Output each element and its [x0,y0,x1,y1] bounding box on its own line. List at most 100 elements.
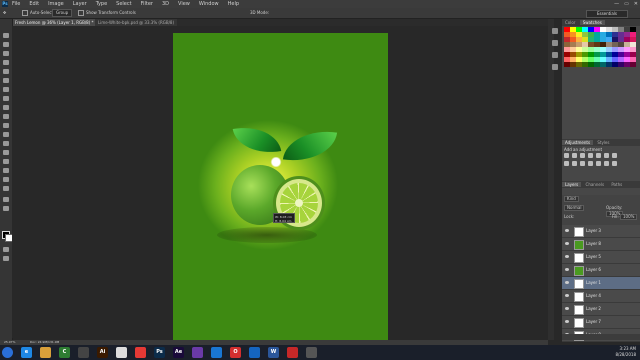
menu-3d[interactable]: 3D [162,0,169,8]
color-lookup-icon[interactable] [588,161,593,166]
opera-icon[interactable]: O [230,347,241,358]
visual-studio-icon[interactable] [192,347,203,358]
type-tool-icon[interactable] [3,168,9,173]
visibility-eye-icon[interactable] [565,229,569,232]
menu-window[interactable]: Window [199,0,219,8]
black-white-icon[interactable] [564,161,569,166]
fill-control[interactable]: Fill: 100% [612,214,638,220]
word-icon[interactable]: W [268,347,279,358]
move-tool-icon[interactable] [3,33,9,38]
curves-icon[interactable] [580,153,585,158]
gradient-map-icon[interactable] [612,161,617,166]
screen-mode-icon[interactable] [3,256,9,261]
hand-tool-icon[interactable] [3,197,9,202]
levels-icon[interactable] [572,153,577,158]
exposure-icon[interactable] [588,153,593,158]
layer-row[interactable]: Layer 7 [562,316,640,329]
clone-stamp-tool-icon[interactable] [3,105,9,110]
tab-paths[interactable]: Paths [608,182,625,187]
vibrance-icon[interactable] [596,153,601,158]
tab-fresh-lemon[interactable]: Fresh Lemon @ 36% (Layer 1, RGB/8) * [12,19,97,26]
minimize-icon[interactable]: — [614,0,619,8]
photoshop-icon[interactable]: Ps [154,347,165,358]
shape-tool-icon[interactable] [3,186,9,191]
gradient-tool-icon[interactable] [3,132,9,137]
folder-icon[interactable] [40,347,51,358]
sync-icon[interactable] [211,347,222,358]
quick-select-tool-icon[interactable] [3,60,9,65]
photo-filter-icon[interactable] [572,161,577,166]
healing-brush-tool-icon[interactable] [3,87,9,92]
history-brush-tool-icon[interactable] [3,114,9,119]
layer-row[interactable]: Layer 5 [562,251,640,264]
clock-date[interactable]: 8/28/2018 [615,352,636,358]
opacity-control[interactable]: Opacity: 100% [606,205,640,217]
visibility-eye-icon[interactable] [565,294,569,297]
menu-type[interactable]: Type [96,0,107,8]
kind-filter[interactable]: Kind [564,196,579,202]
auto-select-dropdown[interactable]: Group [52,8,73,18]
workspace-switcher[interactable]: Essentials [586,10,628,18]
blur-tool-icon[interactable] [3,141,9,146]
swatch[interactable] [630,62,636,67]
menu-image[interactable]: Image [48,0,64,8]
tab-color[interactable]: Color [562,20,578,25]
brush-tool-icon[interactable] [3,96,9,101]
blend-mode-select[interactable]: Normal [564,205,585,211]
character-panel-icon[interactable] [552,52,558,58]
visibility-eye-icon[interactable] [565,255,569,258]
quick-mask-icon[interactable] [3,247,9,252]
tab-styles[interactable]: Styles [594,140,612,145]
dodge-tool-icon[interactable] [3,150,9,155]
illustrator-icon[interactable]: Ai [97,347,108,358]
visibility-eye-icon[interactable] [565,242,569,245]
tool-icon[interactable] [287,347,298,358]
marquee-tool-icon[interactable] [3,42,9,47]
transform-checkbox[interactable] [78,10,84,16]
fill-value[interactable]: 100% [619,214,638,220]
after-effects-icon[interactable]: Ae [173,347,184,358]
menu-edit[interactable]: Edit [29,0,39,8]
channel-mixer-icon[interactable] [580,161,585,166]
invert-icon[interactable] [596,161,601,166]
chrome-taskbar-icon[interactable] [78,347,89,358]
history-panel-icon[interactable] [552,28,558,34]
lasso-tool-icon[interactable] [3,51,9,56]
windows-explorer-icon[interactable] [116,347,127,358]
tab-lime-white[interactable]: Lime-White-bpk.psd @ 33.3% (RGB/8) [95,19,178,26]
layer-row[interactable]: Layer 3 [562,225,640,238]
pen-tool-icon[interactable] [3,159,9,164]
tab-layers[interactable]: Layers [562,182,582,187]
paragraph-panel-icon[interactable] [552,64,558,70]
brightness-icon[interactable] [564,153,569,158]
visibility-eye-icon[interactable] [565,307,569,310]
tab-channels[interactable]: Channels [583,182,608,187]
tab-swatches[interactable]: Swatches [579,20,605,25]
properties-panel-icon[interactable] [552,40,558,46]
posterize-icon[interactable] [604,161,609,166]
menu-help[interactable]: Help [228,0,239,8]
chrome-icon[interactable] [135,347,146,358]
network-icon[interactable] [306,347,317,358]
start-orb-icon[interactable] [2,347,13,358]
transform-option[interactable]: Show Transform Controls [78,8,136,18]
layer-row[interactable]: Layer 2 [562,303,640,316]
swatches-grid[interactable] [564,27,638,91]
camtasia-icon[interactable]: C [59,347,70,358]
document-canvas[interactable] [173,33,388,340]
visibility-eye-icon[interactable] [565,320,569,323]
menu-view[interactable]: View [178,0,190,8]
layer-row[interactable]: Layer 1 [562,277,640,290]
menu-select[interactable]: Select [116,0,131,8]
layer-row[interactable]: Layer 8 [562,238,640,251]
media-player-icon[interactable] [249,347,260,358]
zoom-tool-icon[interactable] [3,206,9,211]
auto-select-option[interactable]: Auto-Select: [22,8,55,18]
menu-file[interactable]: File [12,0,20,8]
layer-row[interactable]: Layer 6 [562,264,640,277]
close-icon[interactable]: ✕ [634,0,638,8]
menu-layer[interactable]: Layer [73,0,87,8]
ie-icon[interactable]: e [21,347,32,358]
visibility-eye-icon[interactable] [565,281,569,284]
hue-saturation-icon[interactable] [604,153,609,158]
